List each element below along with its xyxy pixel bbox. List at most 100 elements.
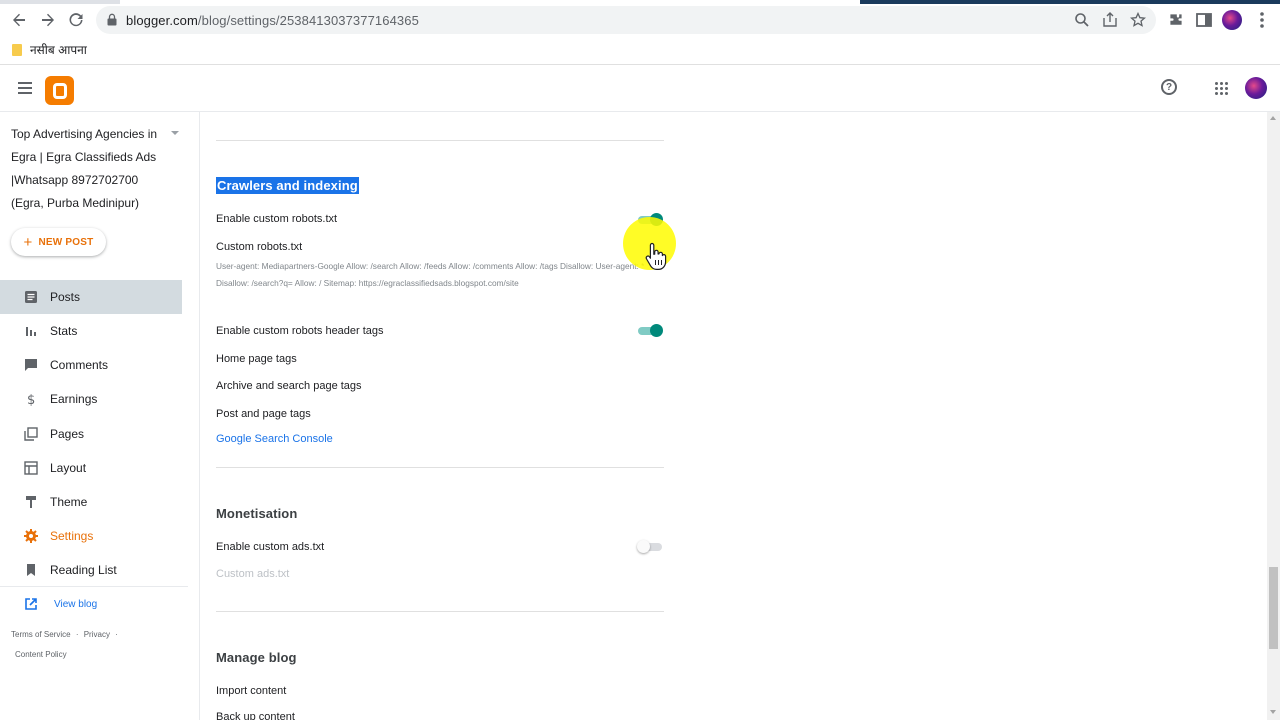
view-blog-link[interactable]: View blog xyxy=(24,597,97,611)
enable-ads-toggle[interactable] xyxy=(637,540,663,553)
settings-content: Crawlers and indexing Enable custom robo… xyxy=(201,112,1267,720)
apps-grid-icon[interactable] xyxy=(1215,82,1228,95)
separator: · xyxy=(75,630,79,639)
new-post-button[interactable]: + NEW POST xyxy=(11,228,106,256)
zoom-icon[interactable] xyxy=(1074,12,1090,28)
share-icon[interactable] xyxy=(1102,12,1118,28)
post-page-tags[interactable]: Post and page tags xyxy=(216,408,311,420)
sidebar-item-stats[interactable]: Stats xyxy=(0,314,182,348)
svg-text:$: $ xyxy=(27,393,35,406)
new-post-label: NEW POST xyxy=(38,236,94,248)
star-icon[interactable] xyxy=(1130,12,1146,28)
bookmark-label: नसीब आपना xyxy=(30,43,87,57)
page-scrollbar[interactable] xyxy=(1267,112,1280,720)
external-link-icon xyxy=(25,598,37,610)
section-divider xyxy=(216,611,664,612)
account-avatar[interactable] xyxy=(1245,77,1267,99)
monetisation-section-title: Monetisation xyxy=(216,506,298,521)
custom-ads-label: Custom ads.txt xyxy=(216,568,290,580)
url-text[interactable]: blogger.com/blog/settings/25384130373771… xyxy=(126,13,419,28)
sidebar-item-label: Settings xyxy=(50,529,94,543)
sidebar-item-comments[interactable]: Comments xyxy=(0,348,182,382)
folder-icon xyxy=(12,43,22,56)
forward-arrow-icon[interactable] xyxy=(38,10,58,30)
lock-icon[interactable] xyxy=(107,13,117,26)
robots-content[interactable]: User-agent: Mediapartners-Google Allow: … xyxy=(216,258,646,292)
stats-icon xyxy=(26,327,36,336)
help-icon[interactable]: ? xyxy=(1161,79,1177,95)
sidebar-item-label: Theme xyxy=(50,495,88,509)
back-arrow-icon[interactable] xyxy=(9,10,29,30)
sidebar-item-earnings[interactable]: $ Earnings xyxy=(0,382,182,416)
bookmark-item[interactable]: नसीब आपना xyxy=(12,41,87,58)
blog-title[interactable]: Top Advertising Agencies in Egra | Egra … xyxy=(11,123,171,215)
tab-strip xyxy=(0,0,1280,4)
sidebar-item-pages[interactable]: Pages xyxy=(0,417,182,451)
sidebar-item-label: Comments xyxy=(50,358,109,372)
backup-content-item[interactable]: Back up content xyxy=(216,711,295,720)
sidebar-item-theme[interactable]: Theme xyxy=(0,485,182,519)
url-host: blogger.com xyxy=(126,13,198,28)
profile-icon[interactable] xyxy=(1222,10,1242,30)
sidebar-divider xyxy=(0,586,188,587)
pages-icon xyxy=(24,427,38,441)
footer-links: Terms of Service · Privacy · Content Pol… xyxy=(11,625,186,665)
sidebar-item-posts[interactable]: Posts xyxy=(0,280,182,314)
app-header: ? xyxy=(0,66,1280,112)
theme-icon xyxy=(26,496,36,508)
bookmark-icon xyxy=(27,564,35,576)
section-divider xyxy=(216,467,664,468)
sidebar-item-layout[interactable]: Layout xyxy=(0,451,182,485)
plus-icon: + xyxy=(23,233,33,251)
comments-icon xyxy=(25,359,37,371)
scroll-up-icon[interactable] xyxy=(1270,116,1276,120)
search-console-link[interactable]: Google Search Console xyxy=(216,433,333,445)
hamburger-menu-icon[interactable] xyxy=(18,82,32,94)
scroll-down-icon[interactable] xyxy=(1270,710,1276,714)
sidebar-item-label: Posts xyxy=(50,290,81,304)
sidebar-item-reading-list[interactable]: Reading List xyxy=(0,553,182,587)
sidebar-item-label: Stats xyxy=(50,324,78,338)
reload-icon[interactable] xyxy=(66,10,86,30)
crawlers-section-title: Crawlers and indexing xyxy=(216,177,359,194)
sidebar-item-label: Earnings xyxy=(50,392,98,406)
enable-ads-label[interactable]: Enable custom ads.txt xyxy=(216,541,324,553)
import-content-item[interactable]: Import content xyxy=(216,685,286,697)
custom-robots-label[interactable]: Custom robots.txt xyxy=(216,241,302,253)
menu-dots-icon[interactable] xyxy=(1252,10,1272,30)
archive-search-tags[interactable]: Archive and search page tags xyxy=(216,380,362,392)
layout-icon xyxy=(24,461,38,475)
chevron-down-icon[interactable] xyxy=(171,131,179,135)
crawlers-title-text: Crawlers and indexing xyxy=(216,177,359,194)
enable-header-tags-toggle[interactable] xyxy=(637,324,663,337)
enable-header-tags-label[interactable]: Enable custom robots header tags xyxy=(216,325,384,337)
manage-section-title: Manage blog xyxy=(216,650,297,665)
hand-cursor-icon xyxy=(645,242,667,270)
enable-robots-label[interactable]: Enable custom robots.txt xyxy=(216,213,337,225)
content-policy-link[interactable]: Content Policy xyxy=(15,650,67,659)
side-panel-icon[interactable] xyxy=(1194,10,1214,30)
privacy-link[interactable]: Privacy xyxy=(84,630,110,639)
sidebar-item-label: Reading List xyxy=(50,563,117,577)
sidebar-item-label: Layout xyxy=(50,461,87,475)
bookmarks-bar: नसीब आपना xyxy=(0,40,1280,65)
dollar-icon: $ xyxy=(27,393,35,406)
sidebar-item-label: Pages xyxy=(50,427,85,441)
terms-link[interactable]: Terms of Service xyxy=(11,630,71,639)
separator: · xyxy=(115,630,118,639)
view-blog-label: View blog xyxy=(54,598,98,610)
url-path: /blog/settings/2538413037377164365 xyxy=(197,13,419,28)
browser-toolbar: blogger.com/blog/settings/25384130373771… xyxy=(0,0,1280,40)
inactive-tab-edge xyxy=(860,0,1280,4)
extensions-icon[interactable] xyxy=(1166,10,1186,30)
active-tab-edge xyxy=(120,0,860,4)
home-page-tags[interactable]: Home page tags xyxy=(216,353,297,365)
address-bar[interactable]: blogger.com/blog/settings/25384130373771… xyxy=(96,6,1156,34)
sidebar-item-settings[interactable]: Settings xyxy=(0,519,182,553)
blogger-logo-icon[interactable] xyxy=(45,76,74,105)
gear-icon xyxy=(24,529,38,543)
section-divider xyxy=(216,140,664,141)
sidebar: Top Advertising Agencies in Egra | Egra … xyxy=(0,112,200,720)
scrollbar-thumb[interactable] xyxy=(1269,567,1278,649)
posts-icon xyxy=(25,291,37,303)
